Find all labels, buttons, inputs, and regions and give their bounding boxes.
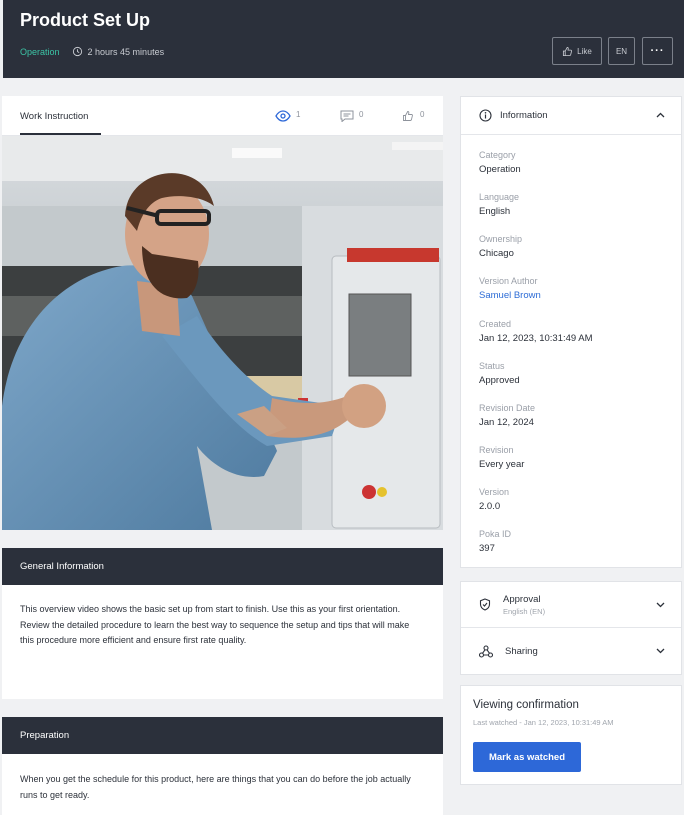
field-value: Jan 12, 2024 [479,417,534,428]
field-value: Jan 12, 2023, 10:31:49 AM [479,333,593,344]
info-field-status: Status Approved [479,361,520,386]
viewing-confirmation-title: Viewing confirmation [473,699,579,711]
history-icon [72,46,82,57]
field-value: English [479,206,511,217]
views-stat[interactable]: 1 [275,110,300,122]
field-value: Chicago [479,248,514,259]
information-panel: Information Category Operation Language En… [460,96,682,568]
chevron-down-icon[interactable] [656,648,665,654]
preparation-body: When you get the schedule for this produ… [2,754,443,815]
info-field-language: Language English [479,192,519,217]
last-watched-text: Last watched - Jan 12, 2023, 10:31:49 AM [473,718,614,727]
approval-text: Approval English (EN) [503,594,545,616]
approval-title: Approval [503,593,541,605]
active-tab-indicator [20,133,101,135]
chevron-down-icon[interactable] [656,602,665,608]
approval-subtitle: English (EN) [503,606,546,616]
page-title: Product Set Up [20,10,151,30]
field-label: Created [479,319,512,329]
duration-text: 2 hours 45 minutes [87,46,165,57]
approval-section[interactable]: Approval English (EN) [461,582,681,628]
like-label: Like [577,46,592,56]
info-icon [479,109,492,122]
comment-icon [340,110,354,122]
general-information-header: General Information [2,548,443,585]
duration: 2 hours 45 minutes [72,46,165,57]
shield-check-icon [479,598,491,611]
mark-as-watched-button[interactable]: Mark as watched [473,742,581,772]
approval-sharing-panel: Approval English (EN) Sharing [460,581,682,675]
likes-count: 0 [420,110,425,119]
field-label: Ownership [479,234,523,244]
info-field-version: Version 2.0.0 [479,487,509,512]
info-field-revision: Revision Every year [479,445,524,470]
comments-stat[interactable]: 0 [340,110,363,122]
info-field-poka-id: Poka ID 397 [479,529,511,554]
viewing-confirmation-panel: Viewing confirmation Last watched - Jan … [460,685,682,785]
info-field-revision-date: Revision Date Jan 12, 2024 [479,403,535,428]
likes-stat[interactable]: 0 [401,110,424,122]
field-value: Operation [479,164,521,175]
content-tabs: Work Instruction 1 0 0 [2,96,443,136]
chevron-up-icon[interactable] [656,112,665,118]
information-header[interactable]: Information [461,97,681,135]
more-options-button[interactable]: ··· [642,37,673,65]
field-label: Status [479,361,505,371]
preparation-text: When you get the schedule for this produ… [20,774,411,800]
field-label: Version Author [479,276,538,286]
category-tag: Operation [20,46,60,57]
like-button[interactable]: Like [552,37,602,65]
field-label: Version [479,487,510,497]
author-link[interactable]: Samuel Brown [479,290,541,301]
language-button[interactable]: EN [608,37,635,65]
field-label: Revision [479,445,514,455]
field-label: Poka ID [479,529,512,539]
field-label: Category [479,150,516,160]
field-label: Revision Date [479,403,536,413]
views-count: 1 [296,110,301,119]
info-field-category: Category Operation [479,150,521,175]
thumbs-up-icon [563,46,573,56]
field-label: Language [479,192,520,202]
field-value: 397 [479,543,495,554]
field-value: Every year [479,459,525,470]
field-value: Approved [479,375,520,386]
tab-work-instruction[interactable]: Work Instruction [20,111,88,122]
work-instruction-image[interactable] [2,136,443,530]
info-field-ownership: Ownership Chicago [479,234,522,259]
thumbs-up-icon [403,111,413,121]
page-header: Product Set Up Operation 2 hours 45 minu… [0,0,684,78]
information-title: Information [500,110,548,121]
sharing-section[interactable]: Sharing [461,628,681,674]
comments-count: 0 [359,110,364,119]
eye-icon [275,110,291,122]
general-information-body: This overview video shows the basic set … [2,585,443,699]
info-field-version-author: Version Author Samuel Brown [479,276,541,301]
share-nodes-icon [479,644,493,658]
sharing-title: Sharing [505,645,538,657]
header-meta: Operation 2 hours 45 minutes [20,46,164,57]
field-value: 2.0.0 [479,501,501,512]
preparation-header: Preparation [2,717,443,754]
general-information-text: This overview video shows the basic set … [20,604,410,645]
info-field-created: Created Jan 12, 2023, 10:31:49 AM [479,319,593,344]
